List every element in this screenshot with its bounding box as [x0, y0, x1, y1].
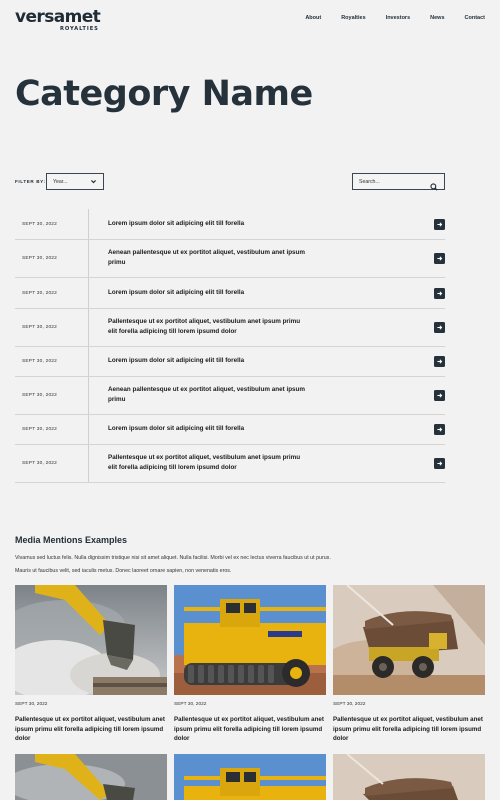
article-date: SEPT 30, 2022 — [22, 256, 58, 261]
year-select-value: Year... — [53, 179, 68, 185]
nav-item-about[interactable]: About — [305, 15, 321, 21]
article-date: SEPT 30, 2022 — [22, 393, 58, 398]
media-card[interactable]: SEPT 30, 2022 Pallentesque ut ex portito… — [333, 585, 485, 742]
brand-logo[interactable]: versamet ROYALTIES — [15, 7, 101, 33]
filter-label: FILTER BY: — [15, 179, 46, 184]
article-title[interactable]: Pallentesque ut ex portitot aliquet, ves… — [108, 453, 308, 473]
search-input[interactable] — [359, 178, 429, 186]
list-item[interactable]: SEPT 30, 2022 Pallentesque ut ex portito… — [15, 445, 445, 483]
nav-item-news[interactable]: News — [430, 15, 444, 21]
list-item[interactable]: SEPT 30, 2022 Lorem ipsum dolor sit adip… — [15, 278, 445, 309]
site-header: versamet ROYALTIES About Royalties Inves… — [0, 0, 500, 40]
search-box — [352, 173, 445, 191]
media-card[interactable] — [333, 754, 485, 800]
media-card[interactable]: SEPT 30, 2022 Pallentesque ut ex portito… — [15, 585, 167, 742]
article-date: SEPT 30, 2022 — [22, 291, 58, 296]
list-item[interactable]: SEPT 30, 2022 Aenean pallentesque ut ex … — [15, 240, 445, 278]
nav-item-royalties[interactable]: Royalties — [341, 15, 365, 21]
article-date: SEPT 30, 2022 — [22, 222, 58, 227]
brand-name: versamet — [15, 7, 101, 27]
arrow-right-icon[interactable] — [434, 253, 445, 264]
page-title: Category Name — [15, 74, 313, 114]
card-title[interactable]: Pallentesque ut ex portitot aliquet, ves… — [333, 715, 485, 744]
arrow-right-icon[interactable] — [434, 458, 445, 469]
search-icon[interactable] — [430, 178, 438, 191]
article-date: SEPT 30, 2022 — [22, 461, 58, 466]
article-title[interactable]: Aenean pallentesque ut ex portitot aliqu… — [108, 248, 308, 268]
list-item[interactable]: SEPT 30, 2022 Pallentesque ut ex portito… — [15, 309, 445, 347]
excavator-photo[interactable] — [15, 754, 167, 800]
article-list: SEPT 30, 2022 Lorem ipsum dolor sit adip… — [15, 209, 445, 483]
excavator-photo[interactable] — [15, 585, 167, 695]
article-title[interactable]: Lorem ipsum dolor sit adipicing elit til… — [108, 288, 308, 298]
card-title[interactable]: Pallentesque ut ex portitot aliquet, ves… — [15, 715, 167, 744]
nav-item-contact[interactable]: Contact — [465, 15, 485, 21]
arrow-right-icon[interactable] — [434, 288, 445, 299]
list-item[interactable]: SEPT 30, 2022 Lorem ipsum dolor sit adip… — [15, 415, 445, 445]
card-title[interactable]: Pallentesque ut ex portitot aliquet, ves… — [174, 715, 326, 744]
article-date: SEPT 30, 2022 — [22, 359, 58, 364]
media-card[interactable] — [15, 754, 167, 800]
media-card[interactable]: SEPT 30, 2022 Pallentesque ut ex portito… — [174, 585, 326, 742]
article-title[interactable]: Lorem ipsum dolor sit adipicing elit til… — [108, 219, 308, 229]
list-item[interactable]: SEPT 30, 2022 Lorem ipsum dolor sit adip… — [15, 347, 445, 377]
arrow-right-icon[interactable] — [434, 219, 445, 230]
article-date: SEPT 30, 2022 — [22, 325, 58, 330]
mining-machine-photo[interactable] — [174, 585, 326, 695]
arrow-right-icon[interactable] — [434, 424, 445, 435]
article-title[interactable]: Aenean pallentesque ut ex portitot aliqu… — [108, 385, 308, 405]
card-date: SEPT 30, 2022 — [333, 702, 366, 707]
haul-truck-photo[interactable] — [333, 585, 485, 695]
media-section-title: Media Mentions Examples — [15, 535, 128, 545]
article-title[interactable]: Pallentesque ut ex portitot aliquet, ves… — [108, 317, 308, 337]
chevron-down-icon — [90, 178, 97, 187]
arrow-right-icon[interactable] — [434, 390, 445, 401]
haul-truck-photo[interactable] — [333, 754, 485, 800]
nav-item-investors[interactable]: Investors — [386, 15, 410, 21]
article-date: SEPT 30, 2022 — [22, 427, 58, 432]
media-card[interactable] — [174, 754, 326, 800]
arrow-right-icon[interactable] — [434, 322, 445, 333]
card-date: SEPT 30, 2022 — [174, 702, 207, 707]
list-item[interactable]: SEPT 30, 2022 Aenean pallentesque ut ex … — [15, 377, 445, 415]
brand-tagline: ROYALTIES — [60, 26, 99, 32]
list-item[interactable]: SEPT 30, 2022 Lorem ipsum dolor sit adip… — [15, 209, 445, 240]
article-title[interactable]: Lorem ipsum dolor sit adipicing elit til… — [108, 356, 308, 366]
article-title[interactable]: Lorem ipsum dolor sit adipicing elit til… — [108, 424, 308, 434]
media-section-description: Vivamus sed luctus felis. Nulla dignissi… — [15, 555, 331, 574]
main-nav: About Royalties Investors News Contact — [285, 15, 485, 21]
arrow-right-icon[interactable] — [434, 356, 445, 367]
card-date: SEPT 30, 2022 — [15, 702, 48, 707]
mining-machine-photo[interactable] — [174, 754, 326, 800]
year-select[interactable]: Year... — [46, 173, 104, 190]
